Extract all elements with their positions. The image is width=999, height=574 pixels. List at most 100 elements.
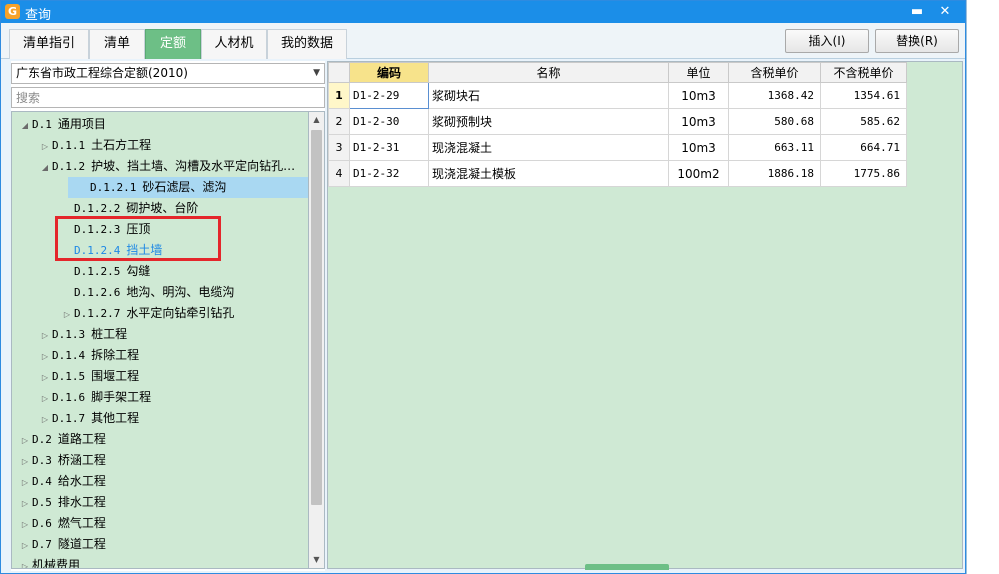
- column-header-tax-price[interactable]: 含税单价: [728, 62, 821, 83]
- tree-item-label: 燃气工程: [57, 516, 106, 530]
- collapse-arrow-icon[interactable]: ◢: [18, 115, 32, 136]
- cell-notax-price[interactable]: 1354.61: [820, 82, 907, 109]
- tree-scrollbar[interactable]: ▲ ▼: [309, 111, 325, 569]
- table-row[interactable]: 2 D1-2-30 浆砌预制块 10m3 580.68 585.62: [328, 108, 907, 135]
- cell-name[interactable]: 现浇混凝土: [428, 134, 669, 161]
- expand-arrow-icon[interactable]: ▷: [38, 388, 52, 409]
- column-header-name[interactable]: 名称: [428, 62, 669, 83]
- tab-bar: 清单指引 清单 定额 人材机 我的数据 插入(I) 替换(R): [1, 23, 965, 59]
- cell-notax-price[interactable]: 1775.86: [820, 160, 907, 187]
- row-number[interactable]: 1: [328, 82, 350, 109]
- replace-button[interactable]: 替换(R): [875, 29, 959, 53]
- tab-bill-guide[interactable]: 清单指引: [9, 29, 89, 59]
- expand-arrow-icon[interactable]: ▷: [38, 409, 52, 430]
- annotation-highlight-box: [55, 216, 221, 261]
- expand-arrow-icon[interactable]: ▷: [18, 430, 32, 451]
- tree-item[interactable]: ▷ D.3 桥涵工程: [12, 450, 308, 471]
- column-header-unit[interactable]: 单位: [668, 62, 729, 83]
- minimize-button[interactable]: ▬: [905, 2, 929, 22]
- tree-item[interactable]: ▷ D.5 排水工程: [12, 492, 308, 513]
- tab-bill[interactable]: 清单: [89, 29, 145, 59]
- column-header-code[interactable]: 编码: [349, 62, 429, 83]
- table-row[interactable]: 1 D1-2-29 浆砌块石 10m3 1368.42 1354.61: [328, 82, 907, 109]
- collapse-arrow-icon[interactable]: ◢: [38, 157, 52, 178]
- insert-button[interactable]: 插入(I): [785, 29, 869, 53]
- row-number[interactable]: 2: [328, 108, 350, 135]
- cell-unit[interactable]: 10m3: [668, 82, 729, 109]
- expand-arrow-icon[interactable]: ▷: [18, 472, 32, 493]
- cell-code[interactable]: D1-2-30: [349, 108, 429, 135]
- cell-name[interactable]: 浆砌块石: [428, 82, 669, 109]
- cell-tax-price[interactable]: 1886.18: [728, 160, 821, 187]
- tree-item-code: D.5: [32, 496, 52, 509]
- tree-item-label: 砌护坡、台阶: [126, 201, 199, 215]
- tree-item-code: D.6: [32, 517, 52, 530]
- cell-notax-price[interactable]: 585.62: [820, 108, 907, 135]
- panel-resize-grip[interactable]: [585, 564, 669, 570]
- cell-code[interactable]: D1-2-31: [349, 134, 429, 161]
- tree-item[interactable]: ▷ D.2 道路工程: [12, 429, 308, 450]
- row-number[interactable]: 3: [328, 134, 350, 161]
- scroll-down-icon[interactable]: ▼: [309, 552, 324, 568]
- tree-item[interactable]: ▷ D.4 给水工程: [12, 471, 308, 492]
- cell-tax-price[interactable]: 580.68: [728, 108, 821, 135]
- expand-arrow-icon[interactable]: ▷: [60, 304, 74, 325]
- tree-item[interactable]: ▷ D.1.2.7 水平定向钻牵引钻孔: [12, 303, 308, 324]
- cell-name[interactable]: 浆砌预制块: [428, 108, 669, 135]
- scroll-thumb[interactable]: [311, 130, 322, 505]
- tree-item[interactable]: ▷ D.1.7 其他工程: [12, 408, 308, 429]
- expand-arrow-icon[interactable]: ▷: [38, 367, 52, 388]
- cell-unit[interactable]: 100m2: [668, 160, 729, 187]
- tree-item[interactable]: ▷ D.1.4 拆除工程: [12, 345, 308, 366]
- title-bar[interactable]: G 查询 ▬ ✕: [1, 1, 965, 23]
- table-row[interactable]: 3 D1-2-31 现浇混凝土 10m3 663.11 664.71: [328, 134, 907, 161]
- quota-library-select[interactable]: 广东省市政工程综合定额(2010) ▼: [11, 63, 325, 84]
- expand-arrow-icon[interactable]: ▷: [38, 346, 52, 367]
- tree-item-label: 桩工程: [91, 327, 128, 341]
- tab-my-data[interactable]: 我的数据: [267, 29, 347, 59]
- cell-code[interactable]: D1-2-29: [349, 82, 429, 109]
- tree-item[interactable]: ◢ D.1 通用项目: [12, 114, 308, 135]
- tree-item-label: 排水工程: [57, 495, 106, 509]
- cell-code[interactable]: D1-2-32: [349, 160, 429, 187]
- scroll-up-icon[interactable]: ▲: [309, 112, 324, 128]
- expand-arrow-icon[interactable]: ▷: [18, 451, 32, 472]
- cell-name[interactable]: 现浇混凝土模板: [428, 160, 669, 187]
- cell-tax-price[interactable]: 1368.42: [728, 82, 821, 109]
- tree-item[interactable]: ◢ D.1.2 护坡、挡土墙、沟槽及水平定向钻孔…: [12, 156, 308, 177]
- tree-item-code: D.3: [32, 454, 52, 467]
- tree-item[interactable]: ▷ D.7 隧道工程: [12, 534, 308, 555]
- close-button[interactable]: ✕: [933, 2, 957, 22]
- row-number[interactable]: 4: [328, 160, 350, 187]
- tree-item-label: 拆除工程: [91, 348, 140, 362]
- tree-item[interactable]: ▷ D.1.1 土石方工程: [12, 135, 308, 156]
- tree-item[interactable]: ▷ D.1.3 桩工程: [12, 324, 308, 345]
- search-input[interactable]: [11, 87, 325, 108]
- expand-arrow-icon[interactable]: ▷: [38, 136, 52, 157]
- tree-item[interactable]: ▷ 机械费用: [12, 555, 308, 568]
- column-header-rowno: [328, 62, 350, 83]
- tree-item[interactable]: ▷ D.1.5 围堰工程: [12, 366, 308, 387]
- expand-arrow-icon[interactable]: ▷: [38, 325, 52, 346]
- tree-item[interactable]: ▷ D.6 燃气工程: [12, 513, 308, 534]
- tree-item-label: 给水工程: [57, 474, 106, 488]
- expand-arrow-icon[interactable]: ▷: [18, 514, 32, 535]
- cell-unit[interactable]: 10m3: [668, 108, 729, 135]
- window-title: 查询: [25, 8, 52, 23]
- expand-arrow-icon[interactable]: ▷: [18, 493, 32, 514]
- tab-quota[interactable]: 定额: [145, 29, 201, 59]
- expand-arrow-icon[interactable]: ▷: [18, 556, 32, 568]
- tree-item[interactable]: ▷ D.1.6 脚手架工程: [12, 387, 308, 408]
- tree-item[interactable]: D.1.2.5 勾缝: [12, 261, 308, 282]
- quota-table: 编码 名称 单位 含税单价 不含税单价 1 D1-2-29 浆砌块石 10m3 1368…: [328, 62, 907, 187]
- table-row[interactable]: 4 D1-2-32 现浇混凝土模板 100m2 1886.18 1775.86: [328, 160, 907, 187]
- cell-unit[interactable]: 10m3: [668, 134, 729, 161]
- tree-item[interactable]: D.1.2.1 砂石滤层、滤沟: [68, 177, 308, 198]
- tab-labor-material-machine[interactable]: 人材机: [201, 29, 267, 59]
- cell-tax-price[interactable]: 663.11: [728, 134, 821, 161]
- column-header-notax-price[interactable]: 不含税单价: [820, 62, 907, 83]
- tree-item[interactable]: D.1.2.6 地沟、明沟、电缆沟: [12, 282, 308, 303]
- tree-item-code: D.2: [32, 433, 52, 446]
- expand-arrow-icon[interactable]: ▷: [18, 535, 32, 556]
- cell-notax-price[interactable]: 664.71: [820, 134, 907, 161]
